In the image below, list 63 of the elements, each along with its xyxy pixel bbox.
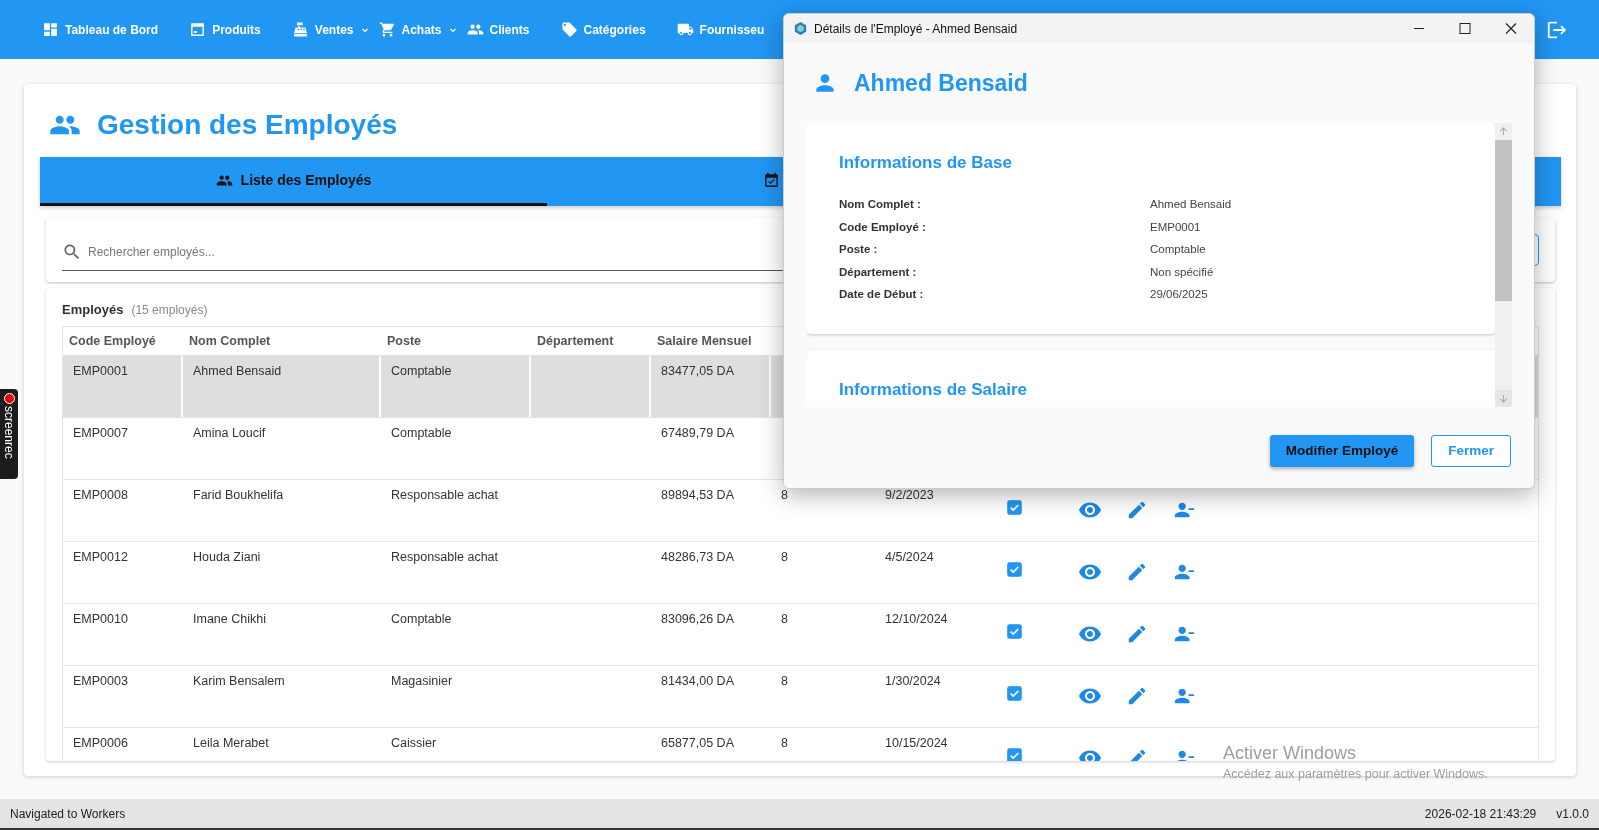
- table-cell-text: Magasinier: [390, 673, 454, 690]
- column-header: Code Employé: [68, 334, 157, 348]
- version-label: v1.0.0: [1556, 806, 1589, 821]
- table-cell-text: 83096,26 DA: [660, 611, 735, 628]
- field-label: Date de Début :: [839, 288, 925, 301]
- table-cell-text: Comptable: [390, 611, 453, 628]
- table-cell-text: 8: [780, 611, 789, 628]
- table-title: Employés: [62, 302, 124, 317]
- section-title: Informations de Base: [839, 153, 1013, 173]
- table-cell-text: 1/30/2024: [884, 673, 942, 690]
- table-cell-text: 8: [780, 487, 789, 504]
- table-cell-text: EMP0003: [72, 673, 129, 690]
- table-cell-text: 12/10/2024: [884, 611, 949, 628]
- field-label: Nom Complet :: [839, 198, 922, 211]
- table-cell: Ahmed Bensaid: [183, 356, 381, 417]
- table-cell-text: 89894,53 DA: [660, 487, 735, 504]
- table-cell-text: 48286,73 DA: [660, 549, 735, 566]
- page-title: Gestion des Employés: [97, 108, 398, 141]
- table-cell: Comptable: [381, 356, 531, 417]
- table-cell-text: 10/15/2024: [884, 735, 949, 752]
- table-cell-text: EMP0006: [72, 735, 129, 752]
- table-cell-text: 4/5/2024: [884, 549, 935, 566]
- section-title: Informations de Salaire: [839, 379, 1028, 400]
- employee-name: Ahmed Bensaid: [854, 69, 1028, 97]
- window-title: Détails de l'Employé - Ahmed Bensaid: [814, 21, 1018, 36]
- table-cell-text: Caissier: [390, 735, 438, 752]
- table-cell-text: EMP0007: [72, 425, 129, 442]
- table-cell-text: Responsable achat: [390, 549, 500, 566]
- column-header: Salaire Mensuel: [656, 334, 753, 348]
- status-message: Navigated to Workers: [10, 806, 126, 821]
- table-cell-text: Amina Loucif: [192, 425, 267, 442]
- table-cell-text: 67489,79 DA: [660, 425, 735, 442]
- column-header: Département: [536, 334, 615, 348]
- table-cell-text: Houda Ziani: [192, 549, 262, 566]
- table-cell-text: Imane Chikhi: [192, 611, 267, 628]
- table-cell-text: Karim Bensalem: [192, 673, 286, 690]
- table-cell-text: EMP0008: [72, 487, 129, 504]
- table-cell-text: Farid Boukhelifa: [192, 487, 285, 504]
- field-value: 29/06/2025: [1150, 288, 1208, 301]
- table-cell-text: Responsable achat: [390, 487, 500, 504]
- activation-text: Accédez aux paramètres pour activer Windows.: [1223, 767, 1488, 781]
- field-label: Poste :: [839, 243, 879, 256]
- field-value: Ahmed Bensaid: [1150, 198, 1232, 211]
- column-header: Nom Complet: [188, 334, 272, 348]
- table-cell: EMP0001: [63, 356, 183, 417]
- table-cell-text: EMP0010: [72, 611, 129, 628]
- field-value: EMP0001: [1150, 220, 1201, 233]
- column-header: Poste: [386, 334, 423, 348]
- employee-count: (15 employés): [131, 303, 208, 317]
- table-cell-text: Leila Merabet: [192, 735, 270, 752]
- table-cell-text: EMP0012: [72, 549, 129, 566]
- table-cell-text: 65877,05 DA: [660, 735, 735, 752]
- field-value: Comptable: [1150, 243, 1206, 256]
- field-label: Code Employé :: [839, 220, 927, 233]
- table-cell-text: Comptable: [390, 425, 453, 442]
- table-cell-text: 81434,00 DA: [660, 673, 735, 690]
- table-cell-text: 8: [780, 673, 789, 690]
- activation-title: Activer Windows: [1223, 743, 1358, 764]
- table-cell-text: 8: [780, 735, 789, 752]
- table-cell: 83477,05 DA: [651, 356, 771, 417]
- table-cell-text: 9/2/2023: [884, 487, 935, 504]
- status-datetime: 2026-02-18 21:43:29: [1424, 806, 1537, 821]
- table-cell-text: 8: [780, 549, 789, 566]
